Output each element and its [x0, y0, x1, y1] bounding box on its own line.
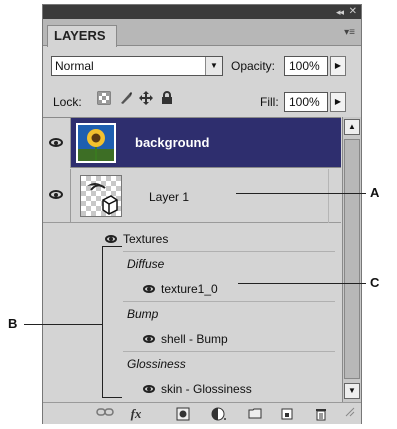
- fill-label: Fill:: [260, 95, 279, 109]
- tab-layers[interactable]: LAYERS: [47, 25, 117, 47]
- layer-row-background[interactable]: background: [43, 118, 341, 168]
- opacity-input[interactable]: 100%: [284, 56, 328, 76]
- opacity-slider-button[interactable]: ▶: [330, 56, 346, 76]
- blend-mode-value: Normal: [55, 59, 94, 73]
- divider: [123, 301, 335, 302]
- textures-label: Textures: [123, 232, 169, 246]
- eye-icon: [49, 138, 63, 147]
- fill-input[interactable]: 100%: [284, 92, 328, 112]
- divider: [123, 351, 335, 352]
- layer-thumbnail-layer1: [80, 175, 122, 217]
- scroll-down-button[interactable]: ▼: [344, 383, 360, 399]
- close-icon[interactable]: ✕: [349, 5, 357, 19]
- scroll-thumb[interactable]: [344, 139, 360, 379]
- tab-strip: LAYERS ▾≡: [43, 19, 361, 47]
- eye-icon[interactable]: [105, 235, 117, 243]
- lock-position-icon[interactable]: [137, 91, 155, 109]
- callout-b-label: B: [8, 316, 18, 331]
- callout-b-bracket-top: [102, 246, 122, 247]
- callout-c-line: [238, 283, 366, 284]
- callout-a-line: [236, 193, 366, 194]
- adjustment-layer-icon[interactable]: [209, 407, 229, 421]
- eye-icon: [49, 190, 63, 199]
- chevron-down-icon[interactable]: ▼: [205, 57, 222, 75]
- scroll-up-button[interactable]: ▲: [344, 119, 360, 135]
- sunflower-thumbnail-icon: [78, 125, 114, 161]
- layer-row-layer1[interactable]: Layer 1: [43, 169, 341, 223]
- eye-icon[interactable]: [143, 385, 155, 393]
- opacity-label: Opacity:: [231, 59, 276, 73]
- callout-b-bracket-bottom: [102, 397, 122, 398]
- 3d-layer-badge-icon: [87, 183, 118, 215]
- new-layer-icon[interactable]: [279, 407, 295, 421]
- texture-name: skin - Glossiness: [161, 382, 252, 396]
- group-label-bump: Bump: [127, 307, 159, 321]
- lock-transparency-icon[interactable]: [95, 91, 113, 109]
- collapse-icon[interactable]: ◂◂: [336, 5, 344, 19]
- callout-b-bracket: [102, 246, 103, 398]
- layer-name: Layer 1: [149, 190, 190, 204]
- texture-name: texture1_0: [161, 282, 218, 296]
- trash-icon[interactable]: [313, 407, 329, 421]
- group-label-diffuse: Diffuse: [127, 257, 165, 271]
- layer-thumbnail-background: [76, 123, 116, 163]
- resize-grip-icon[interactable]: [343, 407, 357, 421]
- panel-titlebar: ◂◂ ✕: [43, 5, 361, 19]
- callout-b-line: [24, 324, 102, 325]
- folder-icon[interactable]: [247, 407, 263, 421]
- panel-footer: fx: [43, 402, 361, 424]
- divider: [123, 251, 335, 252]
- fill-slider-button[interactable]: ▶: [330, 92, 346, 112]
- group-label-glossiness: Glossiness: [127, 357, 186, 371]
- scrollbar[interactable]: ▲ ▼: [342, 117, 361, 402]
- link-layers-icon[interactable]: [95, 407, 115, 421]
- lock-label: Lock:: [53, 95, 82, 109]
- layers-list: background Layer 1 Textures Diffuse text…: [43, 117, 341, 402]
- texture-name: shell - Bump: [161, 332, 228, 346]
- blend-mode-select[interactable]: Normal ▼: [51, 56, 223, 76]
- panel-menu-icon[interactable]: ▾≡: [344, 27, 355, 38]
- visibility-toggle[interactable]: [43, 118, 71, 168]
- fx-icon[interactable]: fx: [125, 407, 147, 421]
- layer-name: background: [135, 135, 210, 150]
- callout-c-label: C: [370, 275, 380, 290]
- visibility-toggle[interactable]: [43, 169, 71, 223]
- layers-panel: ◂◂ ✕ LAYERS ▾≡ Normal ▼ Opacity: 100% ▶ …: [42, 4, 362, 424]
- callout-a-label: A: [370, 185, 380, 200]
- eye-icon[interactable]: [143, 285, 155, 293]
- lock-all-icon[interactable]: [158, 91, 176, 109]
- eye-icon[interactable]: [143, 335, 155, 343]
- lock-image-pixels-icon[interactable]: [117, 91, 135, 109]
- divider: [328, 169, 329, 223]
- add-mask-icon[interactable]: [175, 407, 191, 421]
